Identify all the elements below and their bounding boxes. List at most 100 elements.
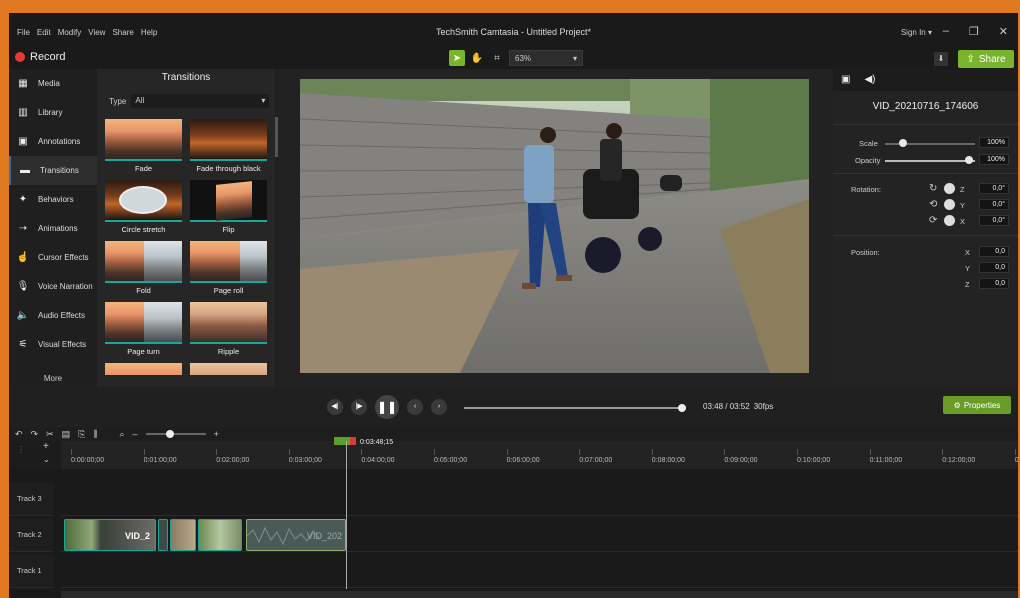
ruler-tick-mark: [434, 449, 435, 455]
video-clip[interactable]: [198, 519, 242, 551]
rotation-z-value[interactable]: 0,0°: [979, 183, 1009, 194]
ruler-tick-label: 0:05:00;00: [434, 457, 468, 464]
transition-tile-partial[interactable]: [190, 363, 267, 375]
zoom-out-icon[interactable]: –: [133, 429, 138, 439]
video-clip[interactable]: [158, 519, 168, 551]
opacity-slider[interactable]: [885, 160, 975, 162]
next-marker-icon[interactable]: ›: [431, 399, 447, 415]
step-forward-icon[interactable]: |▶: [351, 399, 367, 415]
share-button[interactable]: ⇪ Share: [958, 50, 1014, 68]
track-2-label[interactable]: Track 2: [9, 518, 53, 552]
transition-tile-ripple[interactable]: Ripple: [190, 302, 267, 358]
playhead-handle[interactable]: [334, 437, 356, 445]
sidebar-item-media[interactable]: ▦ Media: [9, 69, 97, 98]
opacity-label: Opacity: [855, 156, 881, 165]
previous-marker-icon[interactable]: ‹: [407, 399, 423, 415]
sidebar-item-transitions[interactable]: ▬ Transitions: [9, 156, 97, 185]
ruler-tick-label: 0:04:00;00: [361, 457, 395, 464]
sidebar-item-voice-narration[interactable]: 🎙 Voice Narration: [9, 272, 97, 301]
ruler-tick-mark: [579, 449, 581, 455]
more-button[interactable]: More: [9, 370, 97, 387]
properties-button[interactable]: ⚙ Properties: [943, 396, 1011, 414]
tile-label: Circle stretch: [121, 225, 166, 234]
tile-thumbnail: [105, 241, 182, 283]
step-back-icon[interactable]: ◀|: [327, 399, 343, 415]
position-z-value[interactable]: 0,0: [979, 278, 1009, 289]
timeline-zoom-slider[interactable]: [145, 430, 206, 438]
position-x-value[interactable]: 0,0: [979, 246, 1009, 257]
timeline-ruler[interactable]: 0:00:00;00 0:01:00;00 0:02:00;00 0:03:00;00…: [61, 441, 1018, 469]
copy-icon[interactable]: ▤: [62, 429, 71, 440]
zoom-dropdown[interactable]: 63% ▾: [509, 50, 583, 66]
visual-properties-tab-icon[interactable]: ▣: [841, 74, 850, 86]
pan-tool-icon[interactable]: ✋: [469, 50, 485, 66]
video-clip[interactable]: VID_2: [64, 519, 156, 551]
tile-thumbnail: [190, 302, 267, 344]
download-icon[interactable]: ⬇: [934, 52, 948, 66]
scrubber-knob[interactable]: [677, 404, 686, 412]
sidebar-item-animations[interactable]: ➝ Animations: [9, 214, 97, 243]
zoom-in-icon[interactable]: +: [214, 429, 219, 439]
rotation-y-dial[interactable]: [944, 199, 955, 210]
transition-tile-circle-stretch[interactable]: Circle stretch: [105, 180, 182, 236]
selected-video-clip[interactable]: VID_202: [246, 519, 346, 551]
scrubber[interactable]: [464, 404, 686, 412]
collapse-tracks-icon[interactable]: ⌄: [43, 455, 50, 464]
transition-tile-page-roll[interactable]: Page roll: [190, 241, 267, 297]
restore-button[interactable]: ❐: [969, 25, 979, 38]
record-button[interactable]: Record: [15, 51, 65, 63]
scale-value[interactable]: 100%: [979, 137, 1009, 148]
sidebar-item-library[interactable]: ▥ Library: [9, 98, 97, 127]
sidebar-item-audio-effects[interactable]: 🔈 Audio Effects: [9, 301, 97, 330]
tile-thumbnail: [105, 119, 182, 161]
sign-in-button[interactable]: Sign In ▾: [901, 28, 932, 37]
scale-slider-knob[interactable]: [899, 139, 907, 147]
timeline-horizontal-scrollbar[interactable]: [61, 591, 1018, 598]
video-preview[interactable]: [300, 79, 809, 373]
transition-tile-partial[interactable]: [105, 363, 182, 375]
rotation-y-value[interactable]: 0,0°: [979, 199, 1009, 210]
cut-icon[interactable]: ✂: [46, 429, 54, 440]
track-2-lane[interactable]: VID_2 VID_202: [61, 518, 1018, 552]
add-track-icon[interactable]: +: [43, 441, 49, 452]
transition-tile-page-turn[interactable]: Page turn: [105, 302, 182, 358]
track-handle-icon: ⋮: [17, 445, 25, 454]
transition-tile-flip[interactable]: Flip: [190, 180, 267, 236]
pause-icon[interactable]: ❚❚: [375, 395, 399, 419]
sidebar-item-label: Library: [38, 108, 63, 117]
transition-tile-fade-through-black[interactable]: Fade through black: [190, 119, 267, 175]
rotation-x-dial[interactable]: [944, 215, 955, 226]
position-y-value[interactable]: 0,0: [979, 262, 1009, 273]
crop-tool-icon[interactable]: ⌗: [489, 50, 505, 66]
ruler-tick-mark: [651, 449, 653, 455]
undo-icon[interactable]: ↶: [15, 429, 23, 440]
close-button[interactable]: ✕: [999, 25, 1008, 38]
transition-tile-fade[interactable]: Fade: [105, 119, 182, 175]
sidebar-item-visual-effects[interactable]: ⚟ Visual Effects: [9, 330, 97, 359]
track-1-lane[interactable]: [61, 554, 1018, 588]
rotation-z-dial[interactable]: [944, 183, 955, 194]
opacity-value[interactable]: 100%: [979, 154, 1009, 165]
redo-icon[interactable]: ↷: [31, 429, 39, 440]
type-label: Type: [109, 96, 127, 106]
track-3-lane[interactable]: [61, 482, 1018, 516]
track-1-label[interactable]: Track 1: [9, 554, 53, 588]
sidebar-item-cursor-effects[interactable]: ☝ Cursor Effects: [9, 243, 97, 272]
time-display: 03:48 / 03:52: [703, 402, 750, 411]
audio-properties-tab-icon[interactable]: ◀): [864, 74, 875, 86]
type-dropdown[interactable]: All ▾: [131, 94, 270, 108]
rotation-x-value[interactable]: 0,0°: [979, 215, 1009, 226]
transition-tile-fold[interactable]: Fold: [105, 241, 182, 297]
window-title: TechSmith Camtasia - Untitled Project*: [435, 27, 592, 37]
minimize-button[interactable]: –: [943, 25, 949, 38]
sidebar-item-behaviors[interactable]: ✦ Behaviors: [9, 185, 97, 214]
split-icon[interactable]: ⫼: [93, 429, 97, 440]
select-tool-icon[interactable]: ➤: [449, 50, 465, 66]
track-3-label[interactable]: Track 3: [9, 482, 53, 516]
position-y-axis: Y: [965, 264, 971, 273]
sidebar-item-annotations[interactable]: ▣ Annotations: [9, 127, 97, 156]
timeline-toolbar: ↶ ↷ ✂ ▤ ⎘ ⫼ ⌕ – +: [9, 427, 1018, 441]
opacity-slider-knob[interactable]: [965, 156, 973, 164]
video-clip[interactable]: [170, 519, 196, 551]
paste-icon[interactable]: ⎘: [78, 429, 85, 440]
